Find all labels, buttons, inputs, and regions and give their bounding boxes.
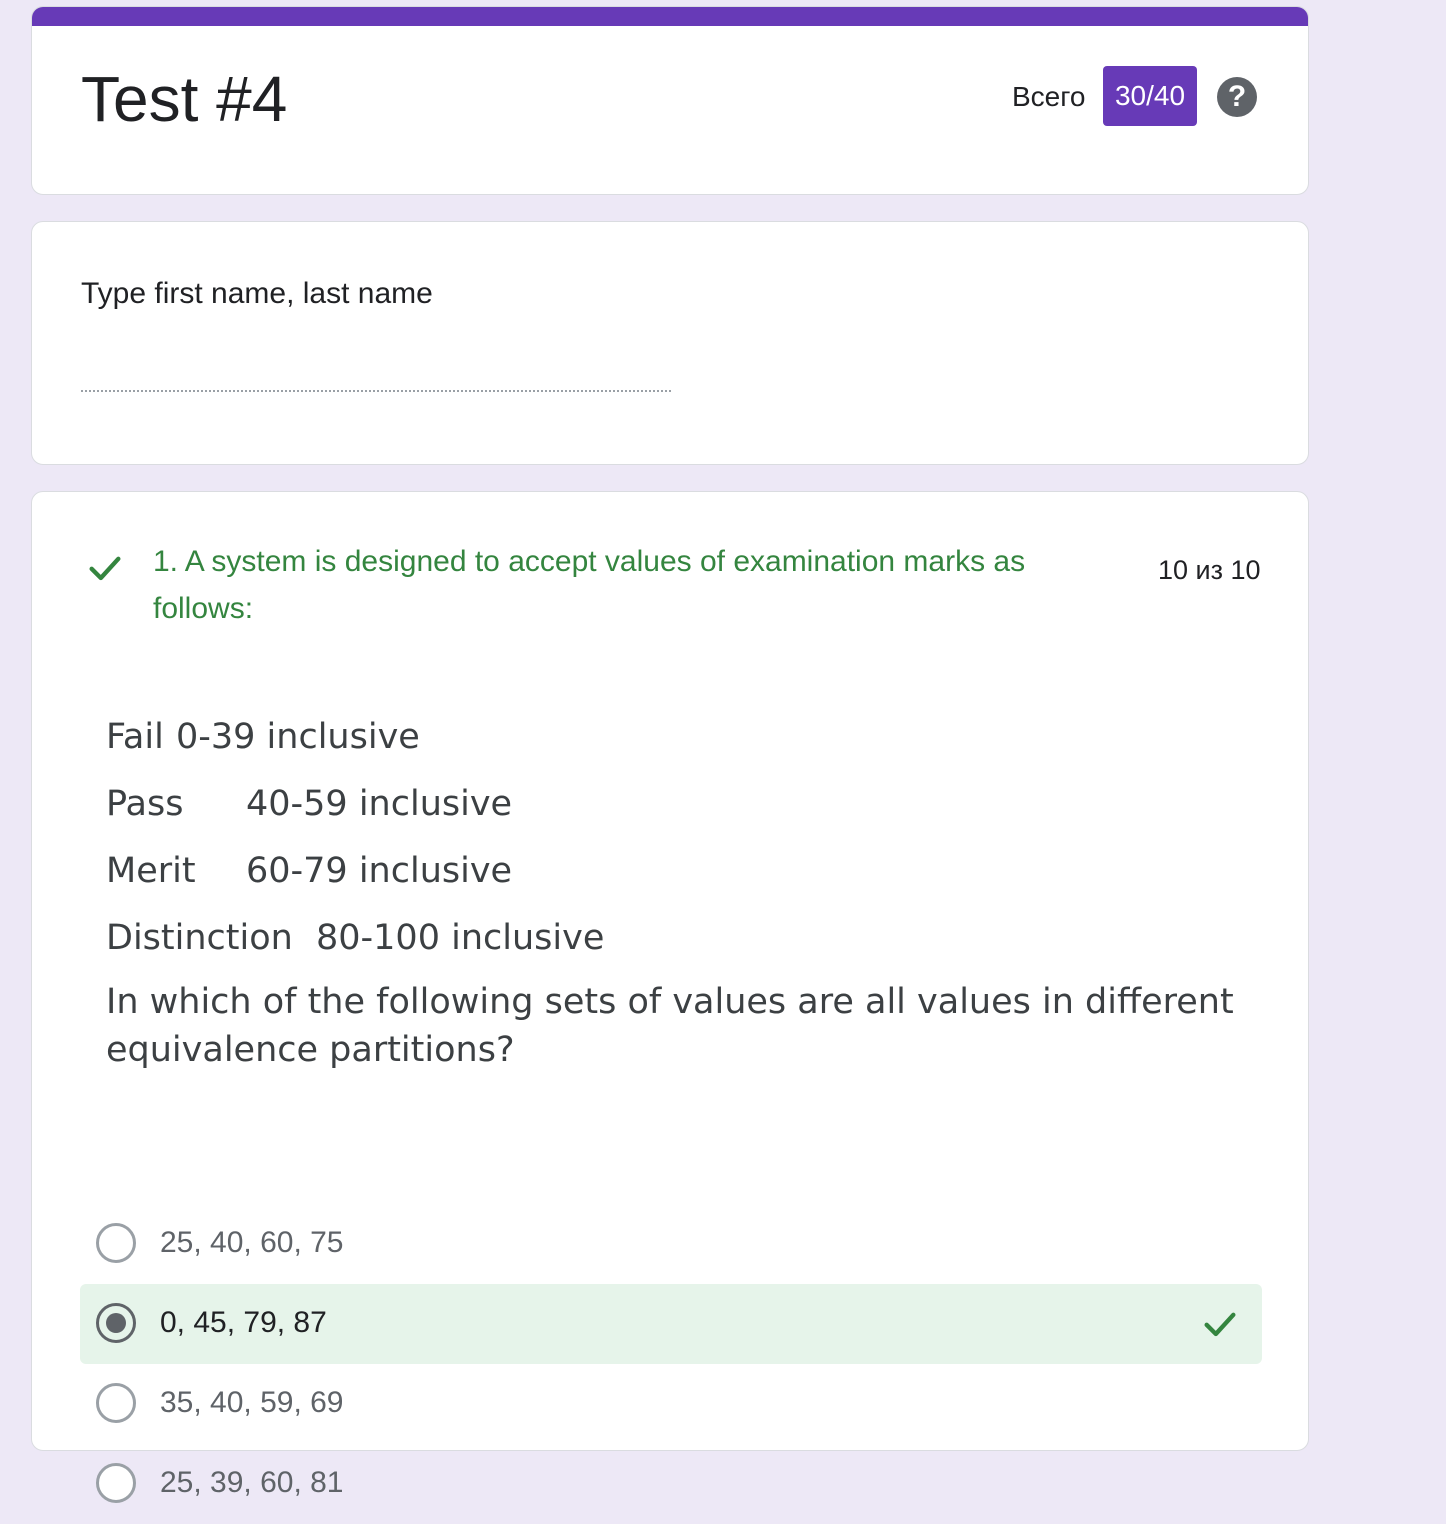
question-image: Fail 0-39 inclusive Pass 40-59 inclusive M… [106, 710, 1256, 1074]
answer-option-selected[interactable]: 0, 45, 79, 87 [80, 1284, 1262, 1364]
answer-option[interactable]: 25, 39, 60, 81 [80, 1444, 1262, 1524]
grade-row: Distinction 80-100 inclusive [106, 911, 1256, 978]
question-title: 1. A system is designed to accept values… [153, 545, 1026, 625]
grade-range: 0-39 inclusive [176, 717, 420, 757]
grade-row: Pass 40-59 inclusive [106, 777, 1256, 844]
form-header-card: Test #4 Всего 30/40 ? [31, 6, 1309, 195]
question-card: 1. A system is designed to accept values… [31, 491, 1309, 1503]
grade-row: Merit 60-79 inclusive [106, 844, 1256, 911]
correct-answer-check-icon [1204, 1312, 1236, 1337]
grade-row: Fail 0-39 inclusive [106, 710, 1256, 777]
option-label: 0, 45, 79, 87 [160, 1306, 327, 1339]
radio-dot [106, 1313, 126, 1333]
total-score-label: Всего [1012, 81, 1086, 112]
radio-button[interactable] [96, 1463, 136, 1503]
grade-range: 40-59 inclusive [246, 784, 513, 824]
name-question-card: Type first name, last name [31, 221, 1309, 465]
grade-name: Merit [106, 851, 196, 891]
name-input[interactable] [81, 372, 671, 392]
score-badge: 30/40 [1103, 66, 1197, 126]
answer-option[interactable]: 35, 40, 59, 69 [80, 1364, 1262, 1444]
grade-name: Distinction [106, 918, 293, 958]
answer-options: 25, 40, 60, 75 0, 45, 79, 87 35, 40, 59,… [80, 1204, 1262, 1524]
radio-button[interactable] [96, 1223, 136, 1263]
correct-check-icon [89, 556, 121, 581]
page-title: Test #4 [81, 63, 288, 135]
radio-button-checked[interactable] [96, 1303, 136, 1343]
grade-range: 80-100 inclusive [316, 918, 605, 958]
radio-button[interactable] [96, 1383, 136, 1423]
grade-range: 60-79 inclusive [246, 851, 513, 891]
answer-option[interactable]: 25, 40, 60, 75 [80, 1204, 1262, 1284]
header-accent-bar [32, 7, 1308, 26]
question-stem: In which of the following sets of values… [106, 982, 1234, 1070]
grade-name: Pass [106, 784, 184, 824]
help-icon[interactable]: ? [1217, 77, 1257, 117]
grade-name: Fail [106, 717, 164, 757]
option-label: 25, 39, 60, 81 [160, 1466, 344, 1499]
option-label: 25, 40, 60, 75 [160, 1226, 344, 1259]
option-label: 35, 40, 59, 69 [160, 1386, 344, 1419]
name-question-label: Type first name, last name [81, 277, 433, 310]
question-points: 10 из 10 [1158, 555, 1261, 585]
